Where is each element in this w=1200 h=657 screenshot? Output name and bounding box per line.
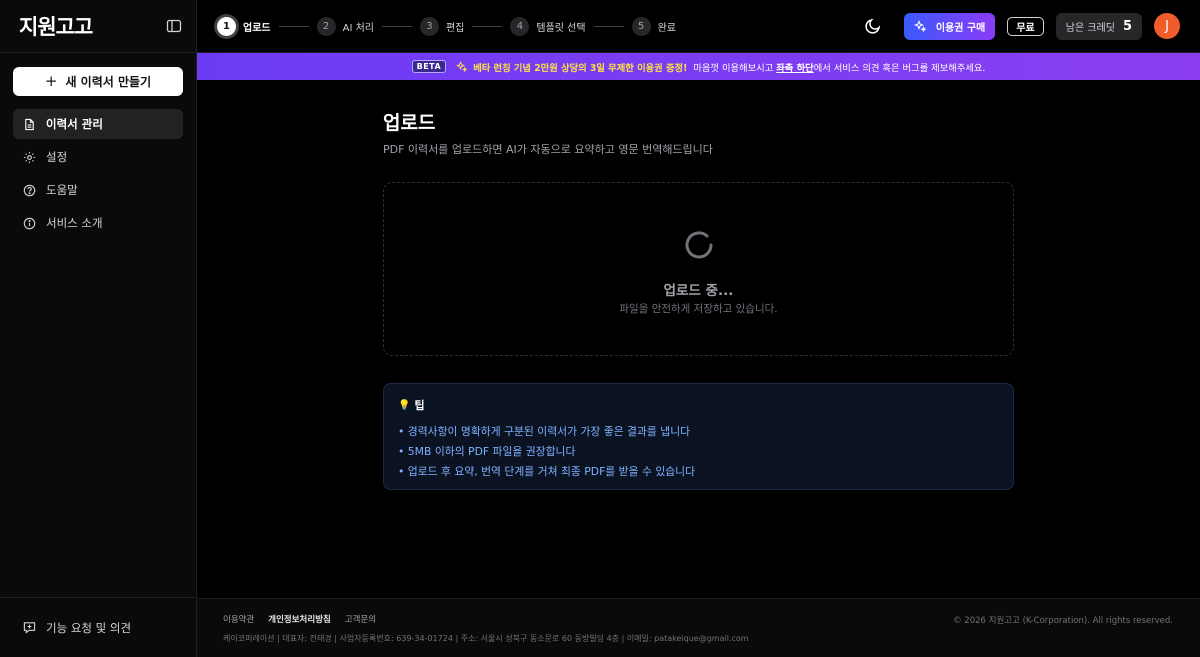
banner-text: 마음껏 이용해보시고 좌측 하단에서 서비스 의견 혹은 버그를 제보해주세요. bbox=[693, 60, 985, 74]
upload-dropzone[interactable]: 업로드 중... 파일을 안전하게 저장하고 있습니다. bbox=[383, 182, 1014, 356]
sidebar-nav: 이력서 관리 설정 도움말 서비스 소개 bbox=[13, 109, 183, 241]
step-connector bbox=[381, 25, 412, 27]
footer: 이용약관 개인정보처리방침 고객문의 케이코퍼레이션 | 대표자: 전태경 | … bbox=[197, 598, 1200, 657]
feedback-icon bbox=[23, 622, 36, 634]
buy-pass-button[interactable]: 이용권 구매 bbox=[903, 12, 996, 40]
step-number: 2 bbox=[316, 16, 336, 36]
loading-spinner-icon bbox=[685, 231, 713, 259]
banner-text-after: 에서 서비스 의견 혹은 버그를 제보해주세요. bbox=[813, 62, 986, 74]
step-label: 완료 bbox=[657, 22, 676, 34]
tips-title-label: 팁 bbox=[414, 399, 425, 412]
sidebar-item-label: 도움말 bbox=[46, 183, 78, 197]
footer-link-privacy[interactable]: 개인정보처리방침 bbox=[268, 613, 331, 625]
step-number: 3 bbox=[419, 16, 439, 36]
step-number: 5 bbox=[631, 16, 651, 36]
plan-badge: 무료 bbox=[1007, 16, 1044, 36]
step-complete: 5 완료 bbox=[631, 16, 676, 36]
sidebar: 지원고고 + 새 이력서 만들기 이력서 관리 설정 도움말 서비스 소개 기능… bbox=[0, 0, 197, 657]
step-label: 업로드 bbox=[243, 22, 271, 34]
step-upload: 1 업로드 bbox=[217, 16, 271, 36]
sidebar-item-settings[interactable]: 설정 bbox=[13, 142, 183, 172]
sidebar-item-help[interactable]: 도움말 bbox=[13, 175, 183, 205]
beta-badge: BETA bbox=[411, 60, 447, 73]
tip-item: • 업로드 후 요약, 번역 단계를 거쳐 최종 PDF를 받을 수 있습니다 bbox=[398, 465, 696, 478]
sidebar-item-resume-manage[interactable]: 이력서 관리 bbox=[13, 109, 183, 139]
page-subtitle: PDF 이력서를 업로드하면 AI가 자동으로 요약하고 영문 번역해드립니다 bbox=[383, 143, 713, 156]
step-number: 1 bbox=[217, 16, 236, 36]
banner-text-before: 마음껏 이용해보시고 bbox=[693, 62, 774, 74]
help-icon bbox=[23, 184, 36, 196]
step-number: 4 bbox=[510, 16, 530, 36]
banner-link[interactable]: 좌측 하단 bbox=[776, 63, 813, 74]
new-resume-button[interactable]: + 새 이력서 만들기 bbox=[13, 67, 183, 96]
avatar[interactable]: J bbox=[1154, 13, 1180, 39]
tip-item: • 경력사항이 명확하게 구분된 이력서가 가장 좋은 결과를 냅니다 bbox=[398, 425, 691, 438]
header-actions: 이용권 구매 무료 남은 크레딧 5 J bbox=[864, 12, 1200, 40]
sidebar-item-label: 설정 bbox=[46, 150, 68, 164]
logo-row: 지원고고 bbox=[0, 0, 196, 53]
page-title: 업로드 bbox=[383, 112, 436, 134]
upload-status: 업로드 중... bbox=[663, 283, 734, 299]
new-resume-label: 새 이력서 만들기 bbox=[65, 75, 152, 89]
footer-links: 이용약관 개인정보처리방침 고객문의 bbox=[223, 613, 376, 625]
tip-item: • 5MB 이하의 PDF 파일을 권장합니다 bbox=[398, 445, 576, 458]
plus-icon: + bbox=[44, 72, 58, 90]
sidebar-item-label: 이력서 관리 bbox=[46, 117, 103, 131]
upload-status-sub: 파일을 안전하게 저장하고 있습니다. bbox=[619, 303, 778, 315]
sidebar-item-about[interactable]: 서비스 소개 bbox=[13, 208, 183, 238]
tips-panel: 💡 팁 • 경력사항이 명확하게 구분된 이력서가 가장 좋은 결과를 냅니다 … bbox=[383, 383, 1014, 490]
feedback-label: 기능 요청 및 의견 bbox=[46, 620, 132, 635]
footer-copyright: © 2026 지원고고 (K-Corporation). All rights … bbox=[953, 616, 1173, 626]
moon-icon[interactable] bbox=[864, 17, 882, 35]
gear-icon bbox=[23, 151, 36, 163]
credits-value: 5 bbox=[1122, 18, 1132, 34]
lightbulb-icon: 💡 bbox=[398, 399, 411, 411]
step-label: AI 처리 bbox=[342, 22, 374, 34]
footer-link-terms[interactable]: 이용약관 bbox=[223, 613, 254, 625]
info-icon bbox=[23, 217, 36, 229]
tips-title: 💡 팁 bbox=[398, 397, 999, 413]
sidebar-toggle-icon[interactable] bbox=[166, 18, 182, 34]
step-edit: 3 편집 bbox=[419, 16, 465, 36]
top-header: 1 업로드 2 AI 처리 3 편집 4 템플릿 선택 5 완료 이용권 구매 … bbox=[197, 0, 1200, 53]
document-icon bbox=[25, 118, 34, 130]
step-connector bbox=[472, 25, 503, 27]
footer-link-support[interactable]: 고객문의 bbox=[345, 613, 376, 625]
app-logo[interactable]: 지원고고 bbox=[19, 11, 93, 41]
sparkle-icon bbox=[456, 61, 468, 72]
sparkle-icon bbox=[913, 20, 926, 32]
sidebar-item-label: 서비스 소개 bbox=[46, 216, 103, 230]
main-content: 업로드 PDF 이력서를 업로드하면 AI가 자동으로 요약하고 영문 번역해드… bbox=[197, 80, 1200, 598]
credits-display: 남은 크레딧 5 bbox=[1055, 12, 1142, 40]
step-connector bbox=[593, 25, 624, 27]
step-label: 템플릿 선택 bbox=[536, 22, 586, 34]
credits-label: 남은 크레딧 bbox=[1065, 22, 1115, 34]
step-connector bbox=[278, 25, 309, 27]
beta-banner: BETA 베타 런칭 기념 2만원 상당의 3일 무제한 이용권 증정! 마음껏… bbox=[197, 53, 1200, 80]
step-label: 편집 bbox=[445, 22, 465, 34]
banner-highlight: 베타 런칭 기념 2만원 상당의 3일 무제한 이용권 증정! bbox=[473, 62, 688, 74]
step-template: 4 템플릿 선택 bbox=[510, 16, 586, 36]
feedback-button[interactable]: 기능 요청 및 의견 bbox=[0, 597, 196, 657]
buy-pass-label: 이용권 구매 bbox=[935, 22, 986, 34]
step-ai-processing: 2 AI 처리 bbox=[316, 16, 374, 36]
footer-company-info: 케이코퍼레이션 | 대표자: 전태경 | 사업자등록번호: 639-34-017… bbox=[223, 634, 749, 643]
